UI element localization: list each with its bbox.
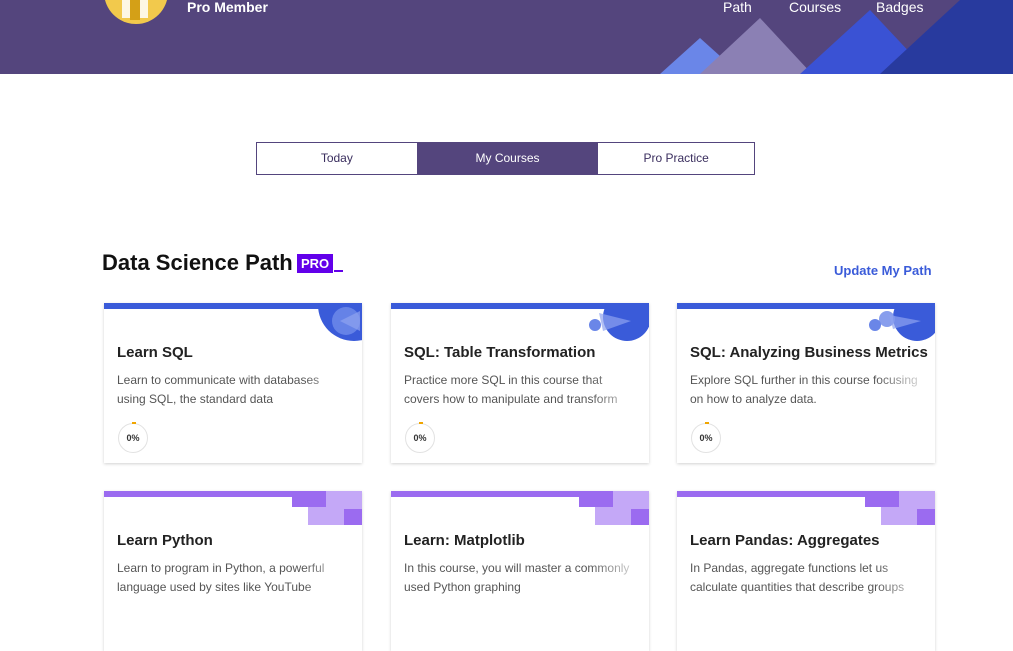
course-card-sql-table-transformation[interactable]: SQL: Table Transformation Practice more …	[391, 303, 649, 463]
card-decoration	[589, 303, 649, 341]
course-title: SQL: Analyzing Business Metrics	[690, 344, 928, 361]
course-title: Learn: Matplotlib	[404, 532, 525, 549]
course-description: In Pandas, aggregate functions let us ca…	[690, 561, 905, 594]
tab-today[interactable]: Today	[257, 143, 418, 174]
course-description: Explore SQL further in this course focus…	[690, 373, 918, 406]
progress-indicator: 0%	[118, 422, 148, 453]
progress-label: 0%	[126, 433, 140, 443]
card-decoration	[869, 303, 935, 341]
tab-my-courses[interactable]: My Courses	[417, 143, 598, 174]
card-decoration	[865, 491, 935, 525]
path-title: Data Science Path	[102, 250, 293, 275]
nav-badges-link[interactable]: Badges	[876, 0, 923, 15]
card-decoration	[579, 491, 649, 525]
course-description: Practice more SQL in this course that co…	[404, 373, 618, 406]
course-title: Learn SQL	[117, 344, 193, 361]
course-description: In this course, you will master a common…	[404, 561, 630, 594]
progress-indicator: 0%	[405, 422, 435, 453]
tab-pro-practice[interactable]: Pro Practice	[597, 143, 754, 174]
progress-tick	[705, 422, 709, 424]
course-description: Learn to communicate with databases usin…	[117, 373, 320, 406]
course-card-learn-sql[interactable]: Learn SQL Learn to communicate with data…	[104, 303, 362, 463]
update-path-link[interactable]: Update My Path	[834, 263, 932, 278]
view-tabs: Today My Courses Pro Practice	[256, 142, 755, 175]
card-decoration	[292, 491, 362, 525]
top-header: Pro Member Path Courses Badges	[0, 0, 1013, 74]
course-description: Learn to program in Python, a powerful l…	[117, 561, 325, 594]
progress-label: 0%	[699, 433, 713, 443]
progress-indicator: 0%	[691, 422, 721, 453]
member-label: Pro Member	[187, 0, 268, 15]
course-title: SQL: Table Transformation	[404, 344, 596, 361]
card-decoration	[318, 303, 362, 341]
progress-tick	[132, 422, 136, 424]
pro-badge-underline	[334, 270, 343, 272]
course-card-learn-pandas-aggregates[interactable]: Learn Pandas: Aggregates In Pandas, aggr…	[677, 491, 935, 651]
course-title: Learn Python	[117, 532, 213, 549]
course-title: Learn Pandas: Aggregates	[690, 532, 880, 549]
progress-label: 0%	[413, 433, 427, 443]
pro-badge: PRO	[297, 254, 334, 273]
nav-courses-link[interactable]: Courses	[789, 0, 841, 15]
progress-tick	[419, 422, 423, 424]
nav-path-link[interactable]: Path	[723, 0, 752, 15]
course-card-learn-python[interactable]: Learn Python Learn to program in Python,…	[104, 491, 362, 651]
avatar-figure-detail	[130, 0, 140, 20]
course-card-learn-matplotlib[interactable]: Learn: Matplotlib In this course, you wi…	[391, 491, 649, 651]
course-card-sql-analyzing-business-metrics[interactable]: SQL: Analyzing Business Metrics Explore …	[677, 303, 935, 463]
